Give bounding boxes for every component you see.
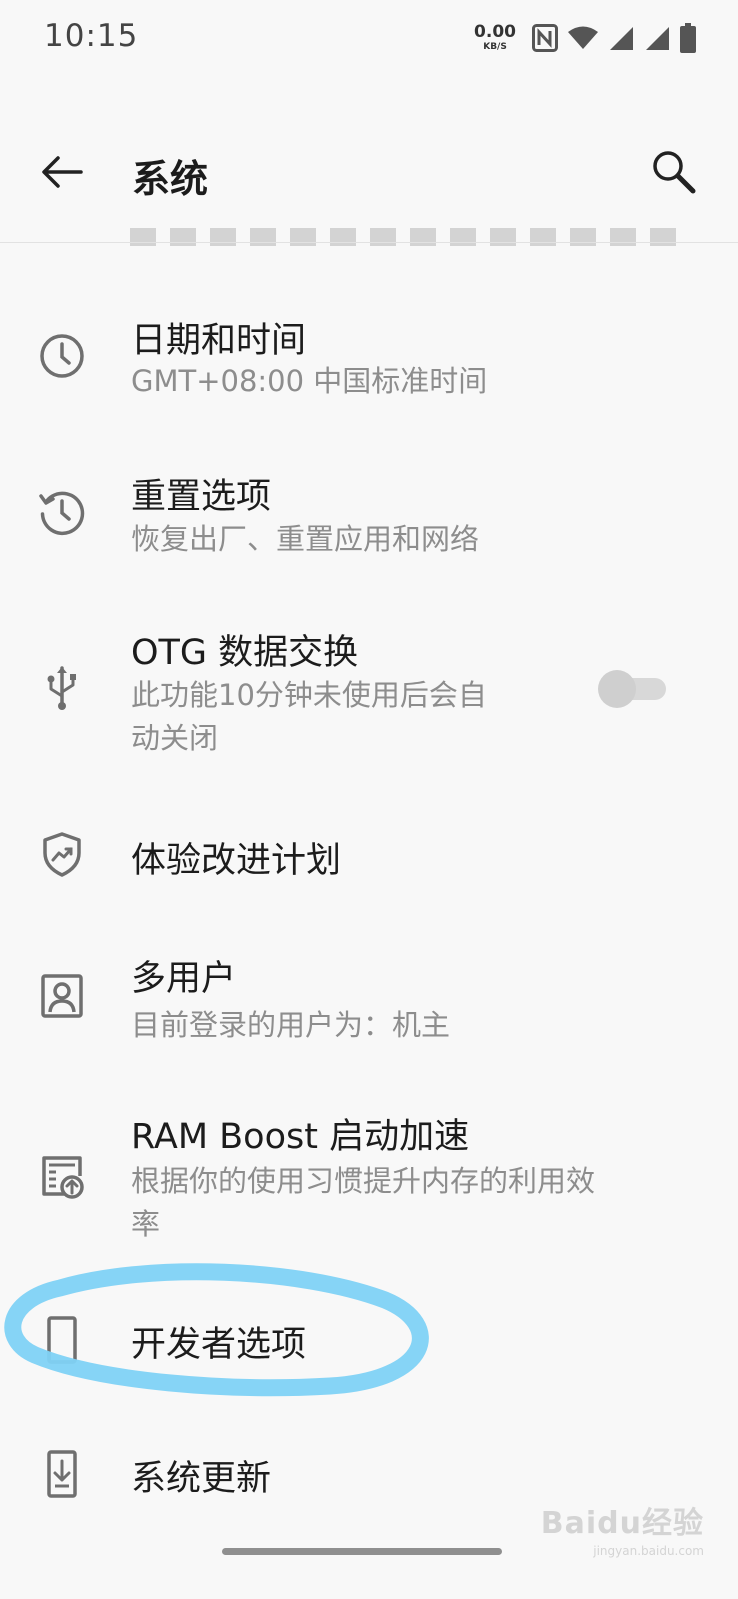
header-divider [0, 242, 738, 243]
back-button[interactable] [34, 146, 90, 198]
item-title: OTG 数据交换 [131, 633, 359, 673]
item-title: 开发者选项 [131, 1325, 307, 1365]
list-item-otg[interactable]: OTG 数据交换 此功能10分钟未使用后会自 动关闭 [0, 612, 738, 782]
network-speed-value: 0.00 [474, 22, 516, 42]
wifi-icon [568, 26, 598, 49]
list-item-reset-options[interactable]: 重置选项 恢复出厂、重置应用和网络 [0, 456, 738, 586]
network-speed: 0.00 KB/S [474, 24, 516, 52]
item-subtitle: 恢复出厂、重置应用和网络 [131, 522, 480, 556]
item-title: 多用户 [131, 959, 237, 999]
item-subtitle: GMT+08:00 中国标准时间 [131, 364, 488, 398]
list-item-date-time[interactable]: 日期和时间 GMT+08:00 中国标准时间 [0, 300, 738, 430]
item-title: 系统更新 [131, 1459, 272, 1499]
list-item-developer-options[interactable]: 开发者选项 [0, 1286, 738, 1396]
item-title: 日期和时间 [131, 321, 307, 361]
status-bar: 10:15 0.00 KB/S [0, 0, 738, 80]
status-icons: 0.00 KB/S [474, 20, 696, 56]
baidu-watermark: Baidu经验 jingyan.baidu.com [541, 1498, 704, 1558]
signal-2-icon [646, 27, 669, 50]
arrow-left-icon [42, 156, 83, 188]
list-item-experience-program[interactable]: 体验改进计划 [0, 808, 738, 908]
history-icon [38, 488, 86, 536]
system-update-icon [38, 1450, 86, 1498]
signal-1-icon [610, 27, 633, 50]
item-subtitle-line2: 动关闭 [131, 721, 219, 755]
item-subtitle: 目前登录的用户为：机主 [131, 1008, 451, 1042]
item-title: RAM Boost 启动加速 [131, 1117, 470, 1157]
phone-icon [38, 1316, 86, 1364]
network-speed-unit: KB/S [483, 42, 507, 52]
watermark-brand: Baidu经验 [540, 1506, 704, 1541]
gesture-nav-bar[interactable] [222, 1548, 502, 1555]
shield-trend-icon [38, 830, 86, 878]
watermark-url: jingyan.baidu.com [593, 1544, 704, 1558]
search-button[interactable] [646, 144, 702, 200]
nfc-icon [532, 24, 558, 52]
list-item-ram-boost[interactable]: RAM Boost 启动加速 根据你的使用习惯提升内存的利用效 率 [0, 1090, 738, 1260]
otg-toggle[interactable] [598, 669, 668, 709]
usb-icon [38, 664, 86, 712]
cut-off-text [130, 226, 690, 246]
battery-icon [680, 23, 696, 53]
item-subtitle-line2: 率 [131, 1207, 161, 1241]
item-title: 体验改进计划 [131, 841, 342, 881]
item-title: 重置选项 [131, 477, 272, 517]
ram-boost-icon [38, 1152, 86, 1200]
search-icon [653, 151, 696, 194]
user-icon [38, 972, 86, 1020]
clock-icon [38, 332, 86, 380]
app-bar: 系统 [0, 120, 738, 224]
page-title: 系统 [132, 157, 209, 201]
toggle-knob [598, 670, 636, 708]
status-time: 10:15 [44, 18, 139, 54]
item-subtitle-line1: 此功能10分钟未使用后会自 [131, 678, 487, 712]
list-item-multi-user[interactable]: 多用户 目前登录的用户为：机主 [0, 934, 738, 1064]
item-subtitle-line1: 根据你的使用习惯提升内存的利用效 [131, 1164, 596, 1198]
